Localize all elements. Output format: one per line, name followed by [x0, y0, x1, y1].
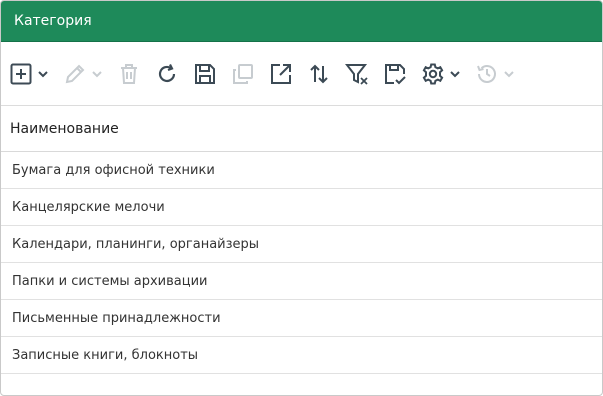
edit-icon [65, 64, 85, 83]
refresh-button[interactable] [155, 62, 179, 86]
save-icon [195, 63, 215, 84]
clear-filter-icon [345, 63, 368, 85]
clear-filter-button[interactable] [345, 62, 369, 86]
open-external-button[interactable] [269, 62, 293, 86]
category-panel: Категория Наименование Бумага для офисно… [0, 0, 603, 396]
chevron-down-icon[interactable] [449, 68, 461, 80]
delete-button[interactable] [117, 62, 141, 86]
table-row[interactable]: Письменные принадлежности [1, 300, 602, 337]
panel-title: Категория [1, 1, 602, 42]
save-settings-icon [385, 63, 406, 84]
copy-button[interactable] [231, 62, 255, 86]
edit-button[interactable] [63, 62, 103, 86]
add-icon [10, 63, 32, 84]
delete-icon [121, 63, 137, 84]
settings-button[interactable] [421, 62, 461, 86]
sort-icon [310, 64, 328, 83]
sort-button[interactable] [307, 62, 331, 86]
table-row[interactable]: Бумага для офисной техники [1, 152, 602, 189]
refresh-icon [158, 63, 176, 82]
table-row[interactable]: Календари, планинги, органайзеры [1, 226, 602, 263]
history-icon [477, 64, 496, 83]
gear-icon [422, 63, 444, 84]
table-row[interactable]: Канцелярские мелочи [1, 189, 602, 226]
copy-icon [233, 63, 253, 84]
chevron-down-icon[interactable] [37, 68, 49, 80]
table-body: Бумага для офисной техники Канцелярские … [1, 152, 602, 374]
open-external-icon [271, 63, 291, 84]
chevron-down-icon[interactable] [91, 68, 103, 80]
add-button[interactable] [9, 62, 49, 86]
save-settings-button[interactable] [383, 62, 407, 86]
chevron-down-icon[interactable] [503, 68, 515, 80]
save-button[interactable] [193, 62, 217, 86]
column-header-name[interactable]: Наименование [1, 106, 602, 152]
history-button[interactable] [475, 62, 515, 86]
table-row[interactable]: Записные книги, блокноты [1, 337, 602, 374]
table-row[interactable]: Папки и системы архивации [1, 263, 602, 300]
toolbar [1, 42, 602, 106]
